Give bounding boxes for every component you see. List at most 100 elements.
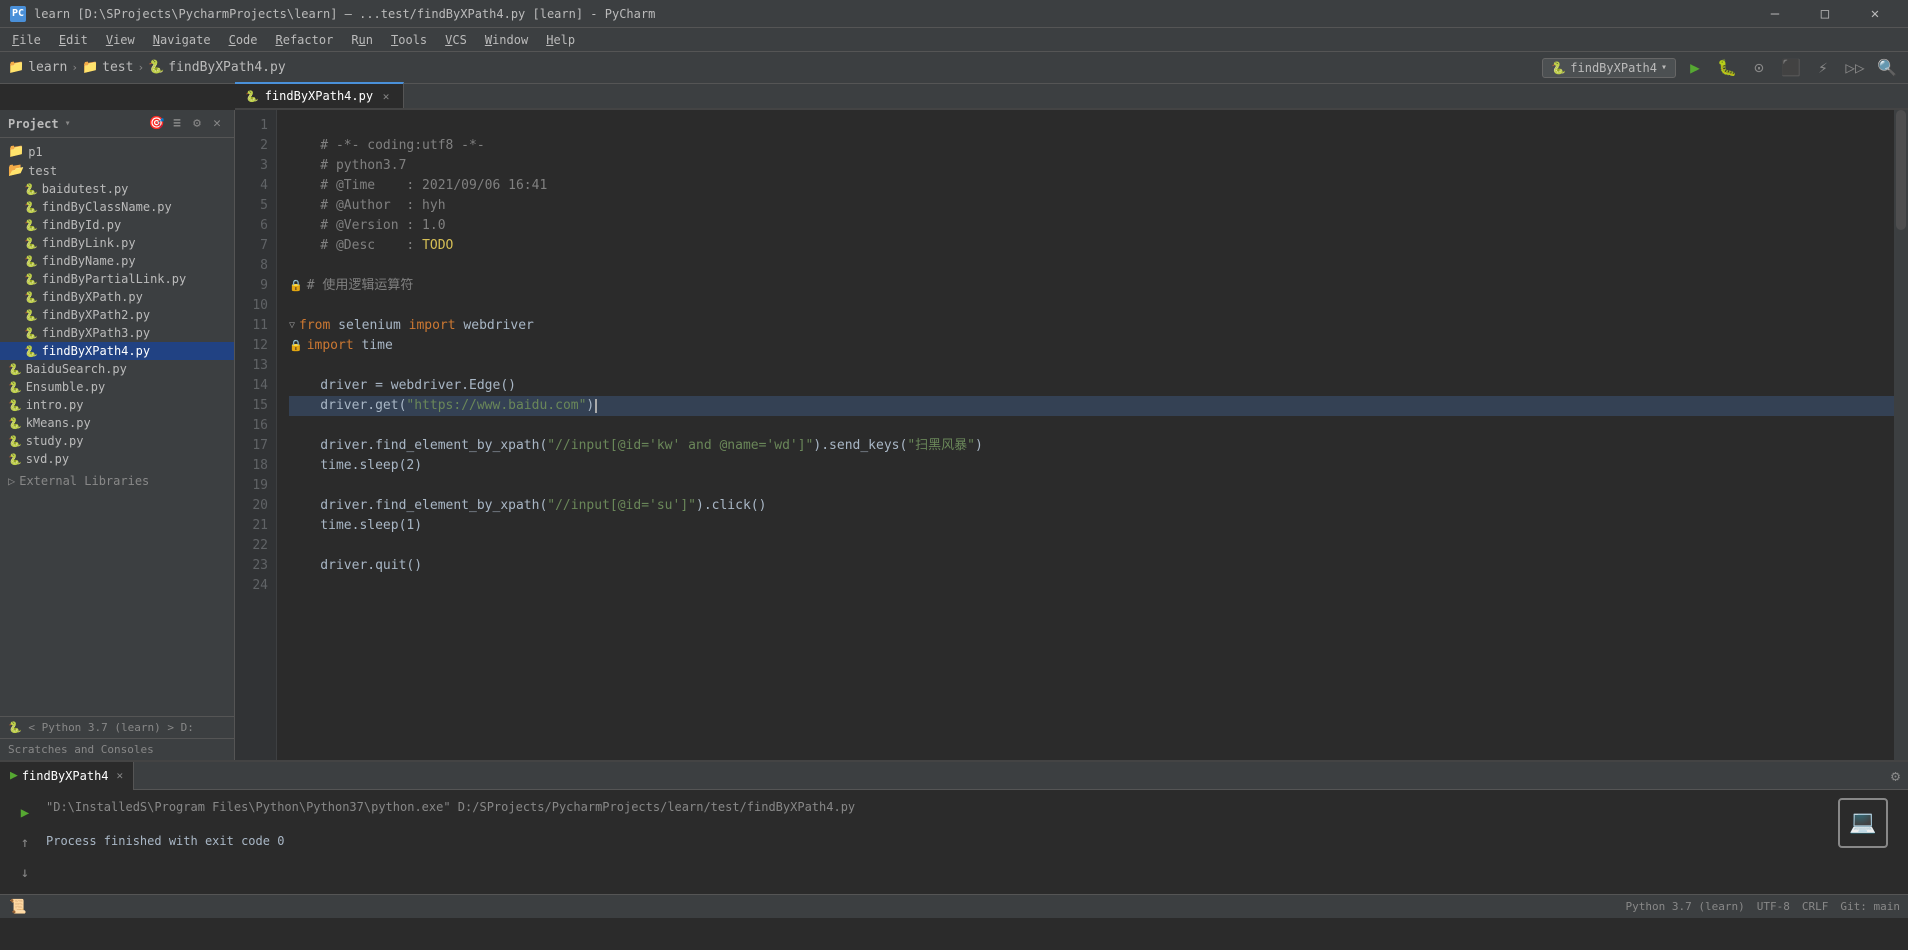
rerun-button[interactable]: ▶ — [12, 800, 38, 826]
line-num-1: 1 — [235, 116, 276, 136]
line-num-15: 15 — [235, 396, 276, 416]
line-num-18: 18 — [235, 456, 276, 476]
gutter-lock: 🔒 — [289, 276, 303, 296]
tree-item-kmeans[interactable]: 🐍 kMeans.py — [0, 414, 234, 432]
menu-view[interactable]: View — [98, 31, 143, 49]
collapse-all-button[interactable]: ≡ — [168, 115, 186, 133]
folder-icon-test: 📁 — [82, 60, 98, 75]
title-bar-left: PC learn [D:\SProjects\PycharmProjects\l… — [10, 6, 655, 22]
tree-item-findbyid[interactable]: 🐍 findById.py — [0, 216, 234, 234]
coverage-button[interactable]: ⊙ — [1746, 55, 1772, 81]
line-sep-status[interactable]: CRLF — [1802, 900, 1829, 913]
menu-code[interactable]: Code — [221, 31, 266, 49]
run-tab-close[interactable]: ✕ — [117, 769, 124, 782]
tree-item-svd[interactable]: 🐍 svd.py — [0, 450, 234, 468]
tree-item-findbyxpath4[interactable]: 🐍 findByXPath4.py — [0, 342, 234, 360]
py-file-icon: 🐍 — [24, 327, 38, 340]
debug-button[interactable]: 🐛 — [1714, 55, 1740, 81]
code-string-cn: "扫黑风暴" — [907, 436, 975, 456]
tree-item-study[interactable]: 🐍 study.py — [0, 432, 234, 450]
breadcrumb-sep-2: › — [137, 61, 144, 74]
menu-edit[interactable]: Edit — [51, 31, 96, 49]
line-num-4: 4 — [235, 176, 276, 196]
tree-item-findbylink[interactable]: 🐍 findByLink.py — [0, 234, 234, 252]
code-comment: # @Time : 2021/09/06 16:41 — [289, 176, 547, 196]
line-num-10: 10 — [235, 296, 276, 316]
tab-findbyxpath4[interactable]: 🐍 findByXPath4.py ✕ — [235, 82, 404, 108]
tree-item-ensumble[interactable]: 🐍 Ensumble.py — [0, 378, 234, 396]
encoding-status[interactable]: UTF-8 — [1757, 900, 1790, 913]
terminal-icon: 💻 — [1838, 798, 1888, 848]
py-file-icon: 🐍 — [24, 345, 38, 358]
close-button[interactable]: ✕ — [1852, 0, 1898, 28]
sidebar-footer-python[interactable]: 🐍 < Python 3.7 (learn) > D: — [0, 716, 234, 738]
menu-help[interactable]: Help — [538, 31, 583, 49]
code-string: "//input[@id='su']" — [547, 496, 696, 516]
code-comment: # @Version : 1.0 — [289, 216, 446, 236]
scroll-up-button[interactable]: ↑ — [12, 830, 38, 856]
scroll-down-button[interactable]: ↓ — [12, 860, 38, 886]
build-button[interactable]: ⚡ — [1810, 55, 1836, 81]
menu-vcs[interactable]: VCS — [437, 31, 475, 49]
project-dropdown-icon: ▾ — [65, 118, 71, 129]
code-line-4: # @Time : 2021/09/06 16:41 — [289, 176, 1894, 196]
breadcrumb-learn[interactable]: 📁 learn — [8, 60, 67, 75]
code-line-3: # python3.7 — [289, 156, 1894, 176]
menu-navigate[interactable]: Navigate — [145, 31, 219, 49]
run-command-text: "D:\InstalledS\Program Files\Python\Pyth… — [46, 798, 1830, 816]
tree-label: findByXPath4.py — [42, 344, 150, 358]
line-num-14: 14 — [235, 376, 276, 396]
close-sidebar-button[interactable]: ✕ — [208, 115, 226, 133]
run-panel-tab[interactable]: ▶ findByXPath4 ✕ — [0, 762, 134, 790]
folder-icon: ▷ — [8, 474, 15, 488]
tree-item-p1[interactable]: 📁 p1 — [0, 142, 234, 161]
run-config-icon: 🐍 — [1551, 61, 1566, 75]
tree-item-external-libs[interactable]: ▷ External Libraries — [0, 472, 234, 490]
content-area: 🐍 findByXPath4.py ✕ Project ▾ 🎯 ≡ ⚙ ✕ — [0, 84, 1908, 950]
code-editor[interactable]: 1 2 3 4 5 6 7 8 9 10 11 12 13 14 15 16 1 — [235, 110, 1908, 760]
menu-window[interactable]: Window — [477, 31, 536, 49]
settings-button[interactable]: ⚙ — [188, 115, 206, 133]
menu-tools[interactable]: Tools — [383, 31, 435, 49]
breadcrumb-file[interactable]: 🐍 findByXPath4.py — [148, 60, 286, 75]
code-line-20: driver.find_element_by_xpath("//input[@i… — [289, 496, 1894, 516]
tree-item-intro[interactable]: 🐍 intro.py — [0, 396, 234, 414]
run-button[interactable]: ▶ — [1682, 55, 1708, 81]
tree-item-findbyxpath2[interactable]: 🐍 findByXPath2.py — [0, 306, 234, 324]
git-status[interactable]: Git: main — [1840, 900, 1900, 913]
python-version-status[interactable]: Python 3.7 (learn) — [1626, 900, 1745, 913]
tab-close-button[interactable]: ✕ — [379, 89, 393, 103]
tree-item-baidutest[interactable]: 🐍 baidutest.py — [0, 180, 234, 198]
tree-item-baidusearch[interactable]: 🐍 BaiduSearch.py — [0, 360, 234, 378]
tree-item-findbyxpath3[interactable]: 🐍 findByXPath3.py — [0, 324, 234, 342]
code-line-7: # @Desc : TODO — [289, 236, 1894, 256]
run-config-selector[interactable]: 🐍 findByXPath4 ▾ — [1542, 58, 1676, 78]
tree-label: BaiduSearch.py — [26, 362, 127, 376]
minimize-button[interactable]: — — [1752, 0, 1798, 28]
menu-run[interactable]: Run — [343, 31, 381, 49]
tree-item-findbyxpath[interactable]: 🐍 findByXPath.py — [0, 288, 234, 306]
nav-bar: 📁 learn › 📁 test › 🐍 findByXPath4.py 🐍 f… — [0, 52, 1908, 84]
code-content[interactable]: # -*- coding:utf8 -*- # python3.7 # @Tim… — [277, 110, 1894, 760]
scroll-thumb[interactable] — [1896, 110, 1906, 230]
tree-item-findbypartiallink[interactable]: 🐍 findByPartialLink.py — [0, 270, 234, 288]
editor-tab-bar: 🐍 findByXPath4.py ✕ — [235, 84, 1908, 110]
sidebar-footer-scratches[interactable]: Scratches and Consoles — [0, 738, 234, 760]
tree-item-findbyname[interactable]: 🐍 findByName.py — [0, 252, 234, 270]
status-bar: 📜 Python 3.7 (learn) UTF-8 CRLF Git: mai… — [0, 894, 1908, 918]
tree-item-test[interactable]: 📂 test — [0, 161, 234, 180]
breadcrumb-test[interactable]: 📁 test — [82, 60, 134, 75]
tree-item-findbyclassname[interactable]: 🐍 findByClassName.py — [0, 198, 234, 216]
run-anything-button[interactable]: ▷▷ — [1842, 55, 1868, 81]
code-comment: # -*- coding:utf8 -*- — [289, 136, 485, 156]
locate-file-button[interactable]: 🎯 — [148, 115, 166, 133]
stop-button[interactable]: ⬛ — [1778, 55, 1804, 81]
menu-file[interactable]: File — [4, 31, 49, 49]
line-num-5: 5 — [235, 196, 276, 216]
line-num-20: 20 — [235, 496, 276, 516]
maximize-button[interactable]: □ — [1802, 0, 1848, 28]
menu-refactor[interactable]: Refactor — [268, 31, 342, 49]
line-num-2: 2 — [235, 136, 276, 156]
search-everywhere-button[interactable]: 🔍 — [1874, 55, 1900, 81]
panel-settings-button[interactable]: ⚙ — [1891, 767, 1900, 785]
